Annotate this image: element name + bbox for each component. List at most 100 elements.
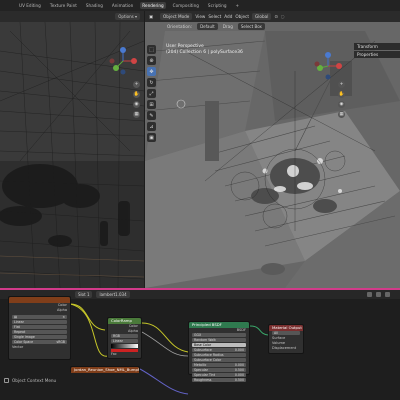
transform-panel-header[interactable]: Transform [354,43,400,50]
status-bar: Object Context Menu [4,378,56,383]
tool-settings-bar: Orientation: Default Drag Select Box [157,22,400,31]
distribution-value: GGX [194,333,202,337]
menu-object[interactable]: Object [235,14,249,19]
workspace-tab[interactable]: Scripting [206,2,229,9]
close-icon[interactable]: × [62,315,65,319]
sidebar-n-panel: Transform Properties [354,43,400,58]
fac-input-label: Fac [111,352,117,356]
left-3d-viewport[interactable]: Options ▾ + ✋ ◉ ▦ [0,11,144,288]
orientation-dropdown[interactable]: Default [197,23,218,30]
bsdf-input-label: Subsurface [194,348,212,352]
viewport-header: ▣ Object Mode View Select Add Object Glo… [145,11,400,22]
menu-select[interactable]: Select [208,14,221,19]
bsdf-input-label: Subsurface Radius [194,353,224,357]
workspace-tab[interactable]: UV Editing [17,2,43,9]
material-output-node[interactable]: Material Output All Surface Volume Displ… [268,324,304,354]
bsdf-input-value: 0.000 [234,373,244,377]
select-tool-icon[interactable]: ⬚ [147,45,156,54]
camera-icon[interactable]: ◉ [133,101,140,108]
pan-hand-icon[interactable]: ✋ [133,91,140,98]
snap-icon[interactable]: ⊙ [274,14,278,19]
grid-icon[interactable]: ▦ [133,111,140,118]
proportional-icon[interactable]: ◌ [281,14,285,19]
vector-input-socket[interactable]: Vector [9,345,70,350]
workspace-tab-bar: UV Editing Texture Paint Shading Animation R… [0,0,400,11]
image-datablock-field[interactable]: ▤ × [12,315,67,319]
bsdf-input-value: 0.500 [234,378,244,382]
annotate-tool-icon[interactable]: ✎ [147,111,156,120]
zoom-icon[interactable]: + [338,81,345,88]
bump-map-node-title: Jordan_Reunion_Shoe_NML_BumpMap [71,367,139,373]
select-box-dropdown[interactable]: Select Box [237,23,265,30]
extension-dropdown[interactable]: Repeat [12,330,67,334]
grid-icon[interactable]: ▦ [338,111,345,118]
bsdf-input-field[interactable]: Specular 0.500 [192,368,246,372]
workspace-tab[interactable]: Compositing [171,2,201,9]
ramp-color-mode-dropdown[interactable]: RGB [111,334,138,338]
workspace-tab[interactable]: Rendering [140,2,166,9]
bsdf-input-field[interactable]: Specular Tint 0.000 [192,373,246,377]
bsdf-input-field[interactable]: Roughness 0.500 [192,378,246,382]
bsdf-input-value: 0.000 [234,363,244,367]
left-navigation-controls: + ✋ ◉ ▦ [133,81,140,118]
bsdf-input-field[interactable]: Subsurface Radius [192,353,246,357]
workspace-tab[interactable]: Texture Paint [48,2,79,9]
ramp-interpolation-value: Linear [113,339,123,343]
properties-panel-header[interactable]: Properties [354,51,400,58]
source-dropdown[interactable]: Single Image [12,335,67,339]
image-icon: ▤ [14,315,18,319]
bsdf-input-field[interactable]: Metallic 0.000 [192,363,246,367]
editor-type-icon[interactable]: ▣ [149,14,157,19]
displacement-input-socket[interactable]: Displacement [269,346,303,351]
workspace-tab[interactable]: + [234,2,242,9]
color-space-dropdown[interactable]: Color Space sRGB [12,340,67,344]
fac-input-socket[interactable]: Fac [108,352,141,357]
color-ramp-node[interactable]: ColorRamp Color Alpha RGB Linear Fac [107,317,142,359]
projection-dropdown[interactable]: Flat [12,325,67,329]
workspace-tab[interactable]: Shading [84,2,105,9]
options-dropdown[interactable]: Options ▾ [115,13,140,20]
bsdf-input-label: Roughness [194,378,212,382]
principled-bsdf-node[interactable]: Principled BSDF BSDF GGX Random Walk Bas… [188,321,250,382]
menu-view[interactable]: View [195,14,205,19]
bsdf-input-label: Base Color [194,343,212,347]
subsurface-method-dropdown[interactable]: Random Walk [192,338,246,342]
workspace-tab[interactable]: Animation [110,2,135,9]
output-target-dropdown[interactable]: All [272,331,300,335]
mode-dropdown[interactable]: Object Mode [160,13,193,20]
bsdf-input-field[interactable]: Base Color [192,343,246,347]
bump-map-texture-node[interactable]: Jordan_Reunion_Shoe_NML_BumpMap [70,366,140,373]
alpha-output-socket[interactable]: Alpha [9,308,70,313]
color-ramp-gradient[interactable] [111,344,138,348]
camera-icon[interactable]: ◉ [338,101,345,108]
pan-hand-icon[interactable]: ✋ [338,91,345,98]
right-navigation-controls: + ✋ ◉ ▦ [338,81,345,118]
right-3d-viewport[interactable]: ▣ Object Mode View Select Add Object Glo… [145,11,400,288]
rotate-tool-icon[interactable]: ↻ [147,78,156,87]
status-text: Object Context Menu [12,378,57,383]
bsdf-input-field[interactable]: Subsurface 0.000 [192,348,246,352]
transform-orientation-dropdown[interactable]: Global [252,13,272,20]
shader-node-editor[interactable]: Slot 1 lambert1.034 Color Alpha ▤ × Linea… [0,290,400,400]
navigation-gizmo[interactable] [108,46,138,76]
bsdf-inputs: Base Color Subsurface 0.000 Subsurface Radi… [189,343,249,382]
scale-tool-icon[interactable]: ⤢ [147,89,156,98]
cursor-tool-icon[interactable]: ⊕ [147,56,156,65]
left-viewport-header: Options ▾ [0,11,144,22]
extension-value: Repeat [14,330,26,334]
bsdf-input-field[interactable]: Subsurface Color [192,358,246,362]
zoom-icon[interactable]: + [133,81,140,88]
add-cube-tool-icon[interactable]: ▣ [147,133,156,142]
projection-value: Flat [14,325,20,329]
image-texture-node[interactable]: Color Alpha ▤ × Linear Flat Repeat Single… [8,296,71,360]
interpolation-dropdown[interactable]: Linear [12,320,67,324]
move-tool-icon[interactable]: ✥ [147,67,156,76]
measure-tool-icon[interactable]: ⊿ [147,122,156,131]
color-space-value: sRGB [56,340,65,344]
ramp-interpolation-dropdown[interactable]: Linear [111,339,138,343]
transform-tool-icon[interactable]: ⊞ [147,100,156,109]
distribution-dropdown[interactable]: GGX [192,333,246,337]
menu-add[interactable]: Add [224,14,232,19]
navigation-gizmo[interactable] [313,51,343,81]
workspace-tab[interactable] [8,5,12,7]
